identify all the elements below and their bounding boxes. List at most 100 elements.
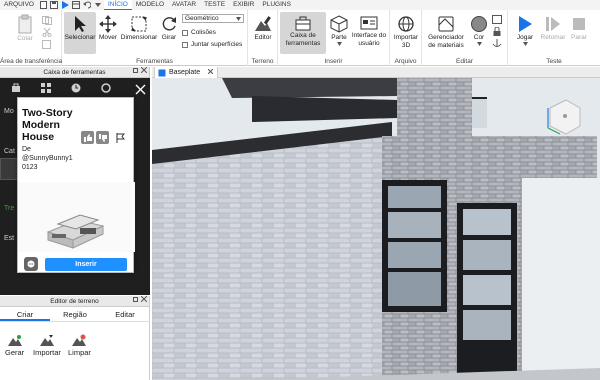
menu-file[interactable]: ARQUIVO xyxy=(0,0,38,10)
asset-detail-card: Two-Story Modern House De @SunnyBunny1 0… xyxy=(17,97,135,273)
lock-icon[interactable] xyxy=(492,26,502,38)
tab-edit[interactable]: Editar xyxy=(100,308,150,321)
float-icon[interactable] xyxy=(133,296,139,302)
tab-creations[interactable] xyxy=(92,81,120,95)
layout-icon[interactable] xyxy=(72,1,81,10)
resume-label: Retomar xyxy=(540,34,566,41)
terrain-editor-label: Editor xyxy=(254,34,272,41)
part-button[interactable]: Parte xyxy=(328,15,350,47)
tab-inventory[interactable] xyxy=(32,81,60,95)
clear-button[interactable]: Limpar xyxy=(68,334,91,357)
terrain-group: Editor Terreno xyxy=(248,10,278,66)
float-icon[interactable] xyxy=(133,67,139,73)
cut-icon[interactable] xyxy=(42,27,52,39)
edit-group-label: Editar xyxy=(456,58,473,65)
import-3d-label: Importar 3D xyxy=(393,34,419,49)
play-button[interactable]: Jogar xyxy=(514,15,536,47)
material-manager-button[interactable]: Gerenciador de materiais xyxy=(424,15,468,49)
asset-by-label: De xyxy=(22,146,31,153)
tab-create[interactable]: Criar xyxy=(0,308,50,321)
scale-button[interactable]: Dimensionar xyxy=(120,15,158,42)
resume-button[interactable]: Retomar xyxy=(540,15,566,42)
tab-recent[interactable] xyxy=(62,81,90,95)
toolbox-icon xyxy=(295,16,311,31)
menu-home[interactable]: INÍCIO xyxy=(103,0,132,10)
terrain-group-label: Terreno xyxy=(251,58,274,65)
material-icon xyxy=(438,16,454,32)
chat-button[interactable] xyxy=(24,257,38,271)
color-button[interactable]: Cor xyxy=(469,15,489,47)
chevron-down-icon xyxy=(522,41,528,46)
clipboard-group-label: Área de transferência xyxy=(0,58,63,65)
tab-region[interactable]: Região xyxy=(50,308,100,321)
dropdown-icon[interactable] xyxy=(94,1,103,10)
group-icon[interactable] xyxy=(492,15,502,26)
clear-label: Limpar xyxy=(68,348,91,357)
import-terrain-button[interactable]: Importar xyxy=(33,334,61,357)
rotate-label: Girar xyxy=(161,34,177,41)
close-icon[interactable] xyxy=(141,67,147,73)
play-icon xyxy=(519,16,532,32)
scale-label: Dimensionar xyxy=(120,34,158,41)
3d-viewport[interactable] xyxy=(152,78,600,380)
terrain-editor-button[interactable]: Editor xyxy=(251,15,275,42)
collisions-label: Colisões xyxy=(191,29,216,36)
chevron-down-icon xyxy=(476,41,482,46)
toolbox-title: Caixa de ferramentas xyxy=(43,69,106,76)
menu-view[interactable]: EXIBIR xyxy=(229,0,258,10)
asset-id: 0123 xyxy=(22,164,38,171)
document-tab-bar: Baseplate xyxy=(152,67,600,78)
menu-avatar[interactable]: AVATAR xyxy=(168,0,200,10)
move-arrows-icon xyxy=(99,15,117,33)
item-thumbnail[interactable] xyxy=(0,158,18,180)
close-icon xyxy=(135,84,146,95)
menu-plugins[interactable]: PLUGINS xyxy=(258,0,295,10)
menu-test[interactable]: TESTE xyxy=(200,0,229,10)
asset-author-link[interactable]: @SunnyBunny1 xyxy=(22,155,73,162)
collisions-toggle[interactable]: Colisões xyxy=(182,29,216,36)
import-3d-button[interactable]: Importar 3D xyxy=(393,15,419,49)
material-manager-label: Gerenciador de materiais xyxy=(428,34,464,49)
insert-group: Caixa de ferramentas Parte Interface do … xyxy=(278,10,390,66)
side-label: Est xyxy=(4,235,15,242)
like-button[interactable] xyxy=(81,131,94,144)
paste-button[interactable]: Colar xyxy=(12,14,38,43)
menu-model[interactable]: MODELO xyxy=(132,0,168,10)
generate-icon xyxy=(7,335,22,346)
move-button[interactable]: Mover xyxy=(96,15,120,42)
insert-button[interactable]: Inserir xyxy=(45,258,127,271)
duplicate-icon[interactable] xyxy=(42,40,52,51)
card-close-button[interactable] xyxy=(135,84,146,95)
stop-button[interactable]: Parar xyxy=(568,15,590,42)
mode-dropdown[interactable]: Geométrico xyxy=(182,14,244,23)
color-icon xyxy=(471,16,487,32)
anchor-icon[interactable] xyxy=(492,39,502,50)
collisions-checkbox[interactable] xyxy=(182,29,188,36)
paste-icon xyxy=(18,14,32,34)
generate-button[interactable]: Gerar xyxy=(5,334,24,357)
join-checkbox[interactable] xyxy=(182,41,188,48)
save-icon[interactable] xyxy=(50,1,59,10)
tab-marketplace[interactable] xyxy=(2,81,30,95)
user-interface-button[interactable]: Interface do usuário xyxy=(350,15,388,47)
play-quick-icon[interactable] xyxy=(61,1,70,10)
paste-label: Colar xyxy=(17,35,33,42)
globe-import-icon xyxy=(398,16,414,32)
join-toggle[interactable]: Juntar superfícies xyxy=(182,41,242,48)
copy-icon[interactable] xyxy=(42,16,52,27)
terrain-editor-panel: Editor de terreno Criar Região Editar Ge… xyxy=(0,296,150,380)
undo-icon[interactable] xyxy=(83,1,92,10)
join-label: Juntar superfícies xyxy=(191,41,243,48)
close-icon[interactable] xyxy=(207,68,214,75)
toolbox-title-bar: Caixa de ferramentas xyxy=(0,67,149,78)
close-icon[interactable] xyxy=(141,296,147,302)
mode-value: Geométrico xyxy=(185,15,219,22)
new-file-icon[interactable] xyxy=(39,1,48,10)
dislike-button[interactable] xyxy=(96,131,109,144)
toolbox-button[interactable]: Caixa de ferramentas xyxy=(280,12,326,54)
flag-button[interactable] xyxy=(116,133,126,145)
tab-baseplate[interactable]: Baseplate xyxy=(154,67,219,78)
rotate-button[interactable]: Girar xyxy=(158,15,180,42)
menu-bar: ARQUIVO INÍCIO MODELO AVATAR TESTE EXIBI… xyxy=(0,0,600,10)
select-button[interactable]: Selecionar xyxy=(64,12,96,54)
